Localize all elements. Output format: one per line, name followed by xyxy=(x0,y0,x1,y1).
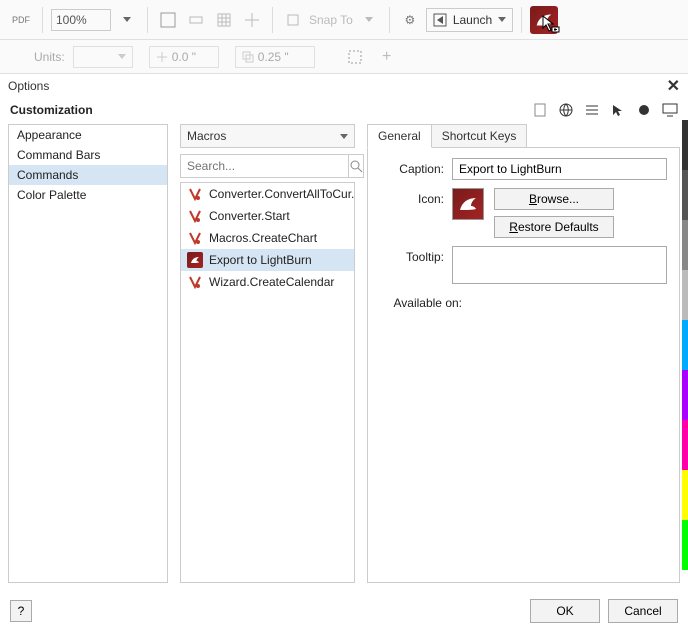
monitor-settings-icon[interactable] xyxy=(662,102,678,118)
caption-input[interactable] xyxy=(452,158,667,180)
section-title: Customization xyxy=(10,103,93,117)
command-item[interactable]: Converter.ConvertAllToCur... xyxy=(181,183,354,205)
options-button[interactable]: ⚙ xyxy=(398,7,422,33)
command-search-input[interactable] xyxy=(180,154,348,178)
sidebar-item-appearance[interactable]: Appearance xyxy=(9,125,167,145)
command-category-dropdown[interactable]: Macros xyxy=(180,124,355,148)
tab-general[interactable]: General xyxy=(367,124,432,148)
nudge-icon xyxy=(156,51,168,63)
help-button[interactable]: ? xyxy=(10,600,32,622)
macro-icon xyxy=(187,186,203,202)
page-frame-button[interactable] xyxy=(343,44,367,70)
globe-settings-icon[interactable] xyxy=(558,102,574,118)
document-settings-icon[interactable] xyxy=(532,102,548,118)
cancel-button[interactable]: Cancel xyxy=(608,599,678,623)
tab-shortcut-keys[interactable]: Shortcut Keys xyxy=(431,124,528,148)
dialog-footer: ? OK Cancel xyxy=(10,599,678,623)
sidebar-item-color-palette[interactable]: Color Palette xyxy=(9,185,167,205)
guides-button[interactable] xyxy=(240,7,264,33)
icon-label: Icon: xyxy=(380,188,452,206)
lightburn-dragon-icon xyxy=(456,192,480,216)
commands-column: Macros Converter.ConvertAllToCur... Conv… xyxy=(180,124,355,583)
nudge-distance[interactable]: 0.0 " xyxy=(149,46,219,68)
command-label: Wizard.CreateCalendar xyxy=(209,275,334,289)
property-bar: Units: 0.0 " 0.25 " + xyxy=(0,40,688,74)
tooltip-label: Tooltip: xyxy=(380,246,452,264)
available-on-label: Available on: xyxy=(380,292,470,310)
snap-icon xyxy=(286,13,300,27)
properties-column: General Shortcut Keys Caption: Icon: Bro… xyxy=(367,124,680,583)
cursor-drop-icon xyxy=(542,15,564,40)
gear-icon: ⚙ xyxy=(404,13,415,27)
command-label: Macros.CreateChart xyxy=(209,231,317,245)
guides-icon xyxy=(244,12,260,28)
launch-button[interactable]: Launch xyxy=(426,8,513,32)
color-palette-strip[interactable] xyxy=(682,120,688,570)
macro-icon xyxy=(187,230,203,246)
customization-tool-icons xyxy=(532,102,678,118)
command-label: Export to LightBurn xyxy=(209,253,312,267)
command-list[interactable]: Converter.ConvertAllToCur... Converter.S… xyxy=(180,182,355,583)
units-dropdown[interactable] xyxy=(73,46,133,68)
ok-button[interactable]: OK xyxy=(530,599,600,623)
units-label: Units: xyxy=(34,50,65,64)
sidebar-item-command-bars[interactable]: Command Bars xyxy=(9,145,167,165)
top-toolbar: PDF 100% Snap To ⚙ Launch xyxy=(0,0,688,40)
rulers-button[interactable] xyxy=(184,7,208,33)
restore-defaults-button[interactable]: Restore Defaults xyxy=(494,216,614,238)
icon-preview xyxy=(452,188,484,220)
launch-icon xyxy=(433,13,447,27)
lightburn-toolbar-button[interactable] xyxy=(530,6,558,34)
properties-tabs: General Shortcut Keys xyxy=(367,124,680,148)
snap-dropdown[interactable] xyxy=(357,7,381,33)
general-panel: Caption: Icon: Browse... Restore Default… xyxy=(367,147,680,583)
command-item-selected[interactable]: Export to LightBurn xyxy=(181,249,354,271)
rulers-icon xyxy=(188,12,204,28)
grid-button[interactable] xyxy=(212,7,236,33)
full-screen-button[interactable] xyxy=(156,7,180,33)
lightburn-icon xyxy=(187,252,203,268)
hint-settings-icon[interactable] xyxy=(636,102,652,118)
pointer-settings-icon[interactable] xyxy=(610,102,626,118)
search-button[interactable] xyxy=(348,154,364,178)
sidebar-item-commands[interactable]: Commands xyxy=(9,165,167,185)
dialog-title: Options xyxy=(8,79,49,93)
category-sidebar: Appearance Command Bars Commands Color P… xyxy=(8,124,168,583)
page-frame-icon xyxy=(347,49,363,65)
fullscreen-icon xyxy=(160,12,176,28)
tooltip-input[interactable] xyxy=(452,246,667,284)
snap-to-label: Snap To xyxy=(309,13,353,27)
zoom-level-input[interactable]: 100% xyxy=(51,9,111,31)
browse-button[interactable]: Browse... xyxy=(494,188,614,210)
command-item[interactable]: Converter.Start xyxy=(181,205,354,227)
lines-settings-icon[interactable] xyxy=(584,102,600,118)
macro-icon xyxy=(187,274,203,290)
command-item[interactable]: Macros.CreateChart xyxy=(181,227,354,249)
pdf-export-button[interactable]: PDF xyxy=(8,7,34,33)
add-page-button[interactable]: + xyxy=(375,44,399,70)
close-button[interactable]: ✕ xyxy=(667,76,680,96)
zoom-dropdown[interactable] xyxy=(115,7,139,33)
grid-icon xyxy=(216,12,232,28)
macro-icon xyxy=(187,208,203,224)
command-label: Converter.Start xyxy=(209,209,290,223)
command-label: Converter.ConvertAllToCur... xyxy=(209,187,355,201)
command-item[interactable]: Wizard.CreateCalendar xyxy=(181,271,354,293)
dialog-body: Appearance Command Bars Commands Color P… xyxy=(0,124,688,591)
customization-header: Customization xyxy=(0,98,688,124)
duplicate-icon xyxy=(242,51,254,63)
snap-to-button[interactable] xyxy=(281,7,305,33)
search-icon xyxy=(349,159,363,173)
dialog-titlebar: Options ✕ xyxy=(0,74,688,98)
duplicate-distance[interactable]: 0.25 " xyxy=(235,46,315,68)
caption-label: Caption: xyxy=(380,158,452,176)
